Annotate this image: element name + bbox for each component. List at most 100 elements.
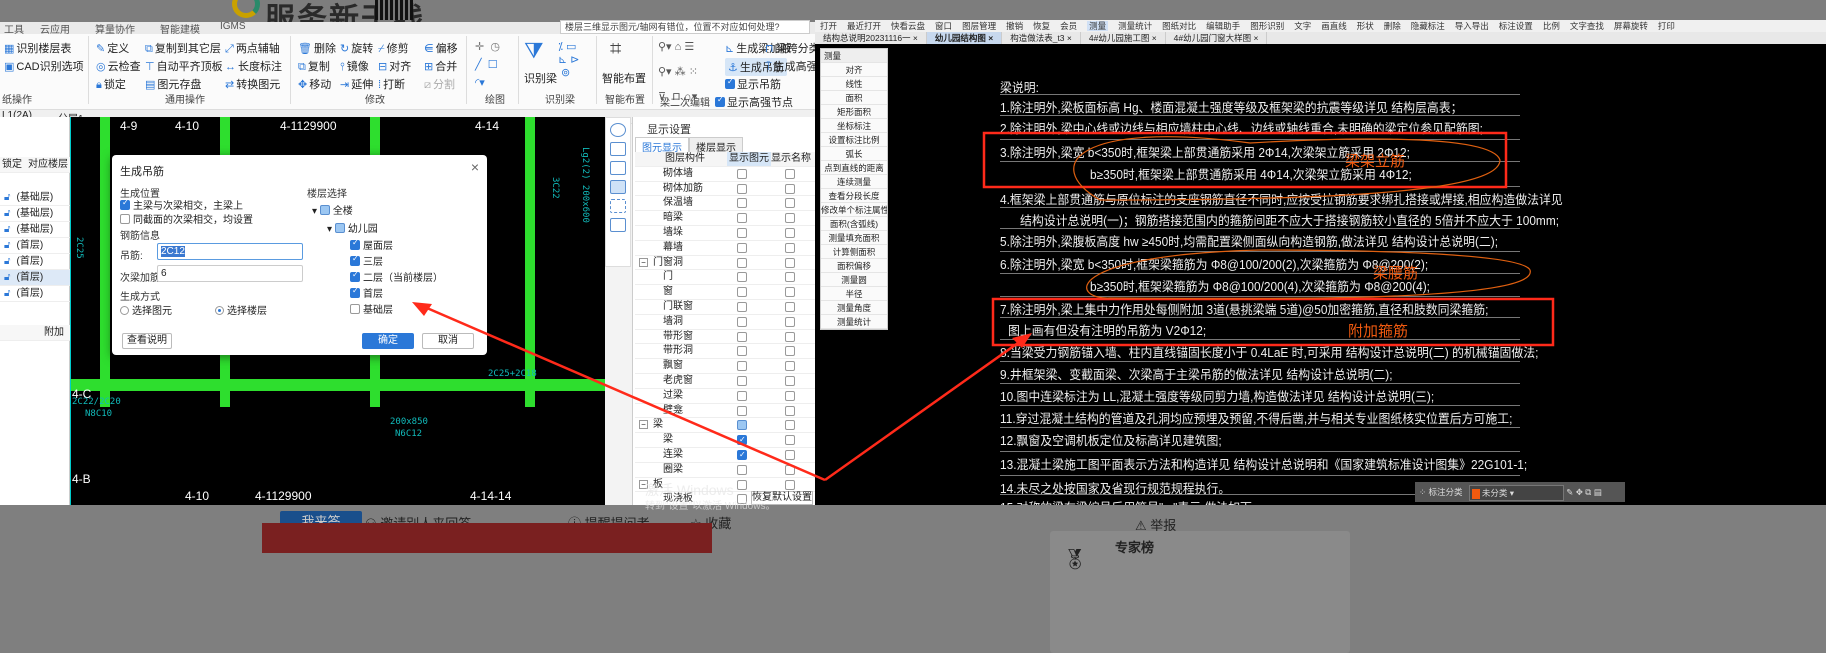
define-button[interactable]: ✎ 定义 [96, 40, 129, 56]
collapse-icon[interactable]: − [639, 420, 648, 430]
recognize-floor-table-button[interactable]: ▦ 识别楼层表 [4, 40, 71, 56]
move-icon[interactable]: ✥ [1576, 487, 1583, 497]
floor-checkbox[interactable]: 屋面层 [350, 237, 393, 252]
cloud-check-button[interactable]: ◎ 云检查 [96, 58, 141, 74]
viewer-menu-item[interactable]: 窗口 [935, 21, 952, 31]
delete-button[interactable]: 🗑︎ 删除 [298, 40, 336, 56]
viewer-menu-item[interactable]: 打印 [1658, 21, 1675, 31]
lock-icon[interactable]: 🔓︎ [4, 224, 10, 235]
close-icon[interactable]: × [471, 159, 479, 175]
show-name-checkbox[interactable] [785, 242, 795, 253]
beam-tools-icons[interactable]: ⁒ ▭ ⊾ ⊳ ⊚ [558, 40, 580, 79]
offset-button[interactable]: ⋹ 偏移 [424, 40, 458, 56]
show-name-checkbox[interactable] [785, 272, 795, 283]
floor-row[interactable]: 🔓︎ (基础层) [0, 222, 70, 238]
cancel-button[interactable]: 取消 [422, 333, 474, 349]
viewer-menu-item[interactable]: 隐藏标注 [1411, 21, 1445, 31]
floor-row[interactable]: 🔓︎ (基础层) [0, 206, 70, 222]
show-element-checkbox[interactable] [737, 331, 747, 342]
menu-igms[interactable]: IGMS [220, 21, 246, 32]
extend-button[interactable]: ⇥ 延伸 [340, 76, 373, 92]
show-element-checkbox[interactable] [737, 346, 747, 357]
show-name-checkbox[interactable] [785, 361, 795, 372]
show-element-checkbox[interactable] [737, 227, 747, 238]
measure-tool-item[interactable]: 面积 [821, 91, 887, 105]
measure-tool-item[interactable]: 线性 [821, 77, 887, 91]
show-name-checkbox[interactable] [785, 316, 795, 327]
measure-tool-item[interactable]: 对齐 [821, 63, 887, 77]
checkbox[interactable] [350, 270, 360, 282]
show-element-checkbox[interactable] [737, 448, 747, 462]
floor-checkbox[interactable]: 二层（当前楼层） [350, 269, 443, 284]
checkbox[interactable] [350, 304, 360, 314]
edit-icon[interactable]: ✎ [1566, 487, 1573, 497]
collapse-icon[interactable]: − [639, 257, 648, 267]
show-node-checkbox[interactable]: 显示高强节点 [715, 94, 793, 110]
viewer-menu-item[interactable]: 会员 [1060, 21, 1077, 31]
measure-tool-item[interactable]: 设置标注比例 [821, 133, 887, 147]
copy-button[interactable]: ⧉ 复制 [298, 58, 330, 74]
lock-icon[interactable]: 🔓︎ [4, 240, 10, 251]
viewer-menu-item[interactable]: 文字 [1294, 21, 1311, 31]
measure-tool-item[interactable]: 点到直线的距离 [821, 161, 887, 175]
show-name-checkbox[interactable] [785, 390, 795, 401]
show-element-checkbox[interactable] [737, 479, 747, 490]
main-beam-checkbox[interactable]: 主梁与次梁相交，主梁上 [120, 197, 243, 212]
show-name-checkbox[interactable] [785, 405, 795, 416]
show-element-checkbox[interactable] [737, 390, 747, 401]
viewer-menu-item[interactable]: 撤销 [1006, 21, 1023, 31]
show-element-checkbox[interactable] [737, 361, 747, 372]
save-element-button[interactable]: ▤ 图元存盘 [145, 76, 201, 92]
help-button[interactable]: 查看说明 [122, 333, 172, 349]
show-name-checkbox[interactable] [785, 213, 795, 224]
split-button[interactable]: ⧄ 分割 [424, 76, 455, 92]
show-name-checkbox[interactable] [785, 257, 795, 268]
measure-tool-item[interactable]: 面积(含弧线) [821, 217, 887, 231]
show-name-checkbox[interactable] [785, 331, 795, 342]
lock-icon[interactable]: 🔓︎ [4, 288, 10, 299]
measure-tool-item[interactable]: 测量圆 [821, 273, 887, 287]
measure-tool-item[interactable]: 测量角度 [821, 301, 887, 315]
show-element-checkbox[interactable] [737, 405, 747, 416]
stirrup-input[interactable]: 6 [157, 265, 303, 282]
viewer-menu-item[interactable]: 文字查找 [1570, 21, 1604, 31]
measure-tool-item[interactable]: 查看分段长度 [821, 189, 887, 203]
floor-row[interactable]: 🔓︎ (首层) [0, 254, 70, 270]
draw-line-button[interactable]: ╱ ☐ [475, 58, 498, 71]
auto-align-slab-button[interactable]: ⊤ 自动平齐顶板 [145, 58, 223, 74]
show-name-checkbox[interactable] [785, 183, 795, 194]
copy-icon[interactable]: ⧉ [1585, 487, 1591, 497]
generate-node-button[interactable]: ⍑生成高强节点 [765, 58, 815, 74]
show-name-checkbox[interactable] [785, 420, 795, 431]
smart-layout-button[interactable]: 智能布置 [602, 70, 646, 86]
viewer-menu-item[interactable]: 导入导出 [1455, 21, 1489, 31]
3d-view-icon[interactable] [610, 142, 626, 156]
beam-span-classify-button[interactable]: ⊓ 梁跨分类 [765, 40, 815, 56]
break-button[interactable]: ⁞ 打断 [378, 76, 405, 92]
show-element-checkbox[interactable] [737, 301, 747, 312]
move-button[interactable]: ✥ 移动 [298, 76, 331, 92]
floor-row[interactable]: 🔓︎ (首层) [0, 286, 70, 302]
floor-row[interactable]: 🔓︎ (首层) [0, 238, 70, 254]
document-tab[interactable]: 4#幼儿园门窗大样图 × [1166, 32, 1268, 44]
lock-icon[interactable]: 🔓︎ [4, 208, 10, 219]
viewer-menu-item[interactable]: 标注设置 [1499, 21, 1533, 31]
viewer-menu-item[interactable]: 画直线 [1321, 21, 1347, 31]
show-name-checkbox[interactable] [785, 479, 795, 490]
two-point-axis-button[interactable]: ⤢ 两点辅轴 [225, 40, 280, 56]
convert-element-button[interactable]: ⇄ 转换图元 [225, 76, 280, 92]
show-name-checkbox[interactable] [785, 375, 795, 386]
viewer-menu-item[interactable]: 最近打开 [847, 21, 881, 31]
show-element-checkbox[interactable] [737, 168, 747, 179]
measure-tool-item[interactable]: 坐标标注 [821, 119, 887, 133]
measure-tool-item[interactable]: 半径 [821, 287, 887, 301]
solid-cube-icon[interactable] [610, 180, 626, 194]
viewer-menu-item[interactable]: 打开 [820, 21, 837, 31]
smart-layout-icon[interactable]: ⌗ [610, 38, 621, 61]
floor-row[interactable]: 🔓︎ (基础层) [0, 190, 70, 206]
viewer-menu-item[interactable]: 编辑助手 [1206, 21, 1240, 31]
document-tab[interactable]: 构造做法表_t3 × [1002, 32, 1081, 44]
show-element-checkbox[interactable] [737, 316, 747, 327]
checkbox[interactable] [350, 238, 360, 250]
tree-all-floors[interactable]: ▾ 全楼 [312, 202, 353, 217]
